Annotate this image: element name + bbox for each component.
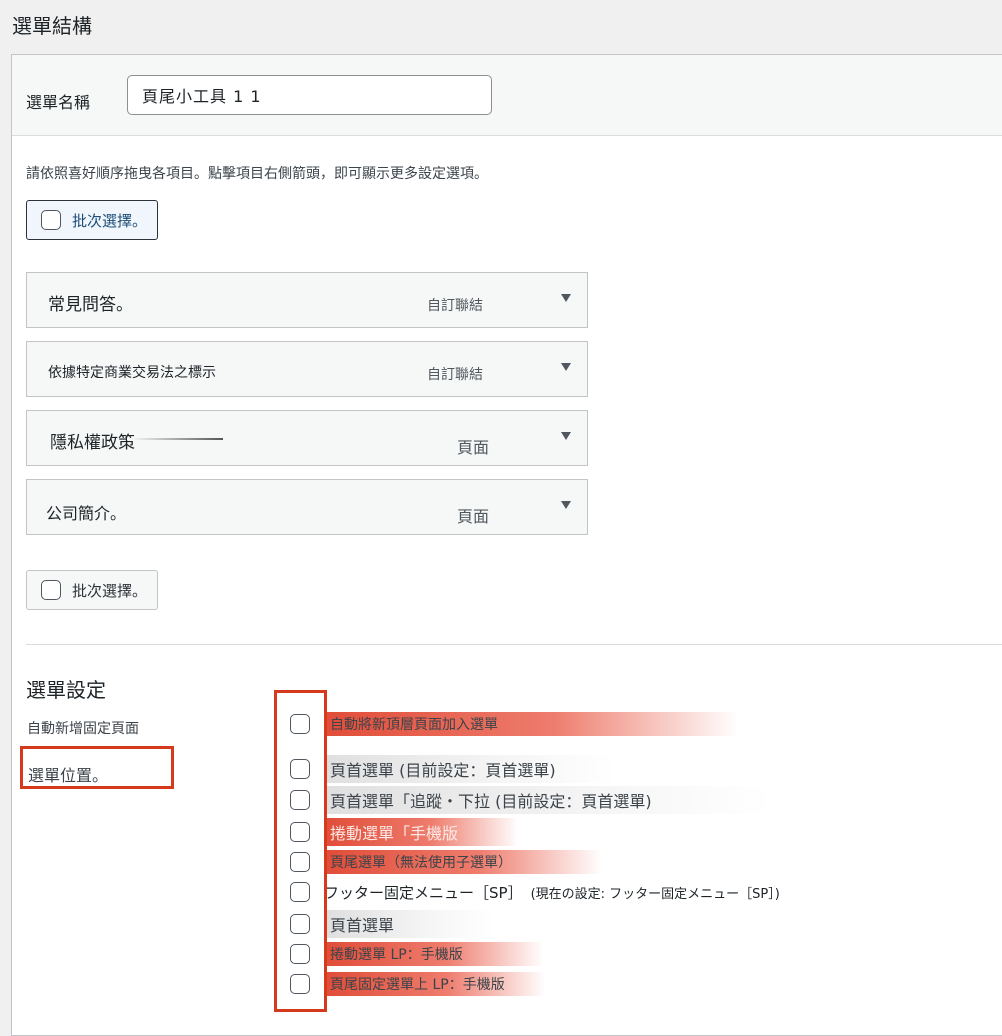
highlight-box-locations-label — [20, 746, 174, 789]
menu-item-company[interactable]: 公司簡介。 頁面 — [26, 479, 588, 535]
menu-item-commerce-law[interactable]: 依據特定商業交易法之標示 自訂聯結 — [26, 341, 588, 397]
location-label: 捲動選單 LP：手機版 — [326, 942, 543, 966]
menu-item-type: 自訂聯結 — [427, 367, 483, 383]
menu-item-title: 常見問答。 — [48, 295, 133, 315]
bulk-select-checkbox[interactable] — [41, 580, 61, 600]
location-label: 頁首選單 (目前設定：頁首選單) — [326, 755, 616, 783]
page-title: 選單結構 — [12, 14, 92, 38]
menu-item-title: 依據特定商業交易法之標示 — [48, 365, 216, 381]
menu-name-input[interactable] — [127, 75, 492, 115]
menu-item-type: 頁面 — [457, 438, 490, 457]
location-label: フッター固定メニュー［SP］ (現在の設定: フッター固定メニュー［SP］) — [320, 880, 800, 905]
instructions-text: 請依照喜好順序拖曳各項目。點擊項目右側箭頭，即可顯示更多設定選項。 — [26, 166, 488, 182]
location-option[interactable]: 頁尾固定選單上 LP：手機版 — [290, 972, 545, 996]
auto-add-option-label: 自動將新頂層頁面加入選單 — [326, 712, 738, 736]
bulk-select-checkbox[interactable] — [41, 210, 61, 230]
section-divider — [26, 644, 1002, 645]
highlight-box-checkboxes — [274, 690, 327, 1012]
caret-down-icon[interactable] — [561, 294, 571, 302]
menu-item-type: 自訂聯結 — [427, 298, 483, 314]
auto-add-label: 自動新增固定頁面 — [27, 721, 139, 737]
menu-name-label: 選單名稱 — [26, 93, 91, 112]
bulk-select-button-top[interactable]: 批次選擇。 — [26, 200, 158, 240]
location-current-setting: (現在の設定: フッター固定メニュー［SP］) — [530, 886, 780, 902]
caret-down-icon[interactable] — [561, 501, 571, 509]
location-option[interactable]: 捲動選單 LP：手機版 — [290, 942, 543, 966]
location-label-text: フッター固定メニュー［SP］ — [324, 883, 523, 902]
menu-item-title: 公司簡介。 — [46, 504, 127, 523]
bulk-select-label: 批次選擇。 — [72, 211, 148, 230]
bulk-select-label: 批次選擇。 — [72, 581, 148, 600]
menu-item-title: 隱私權政策 — [50, 433, 135, 453]
location-label: 頁尾固定選單上 LP：手機版 — [326, 972, 545, 996]
bulk-select-button-bottom[interactable]: 批次選擇。 — [26, 570, 158, 610]
pen-mark — [127, 438, 223, 440]
location-label: 頁尾選單（無法使用子選單） — [326, 850, 602, 874]
caret-down-icon[interactable] — [561, 363, 571, 371]
auto-add-option[interactable]: 自動將新頂層頁面加入選單 — [290, 712, 738, 736]
menu-item-type: 頁面 — [457, 507, 490, 526]
location-label: 捲動選單「手機版 — [326, 818, 519, 846]
location-option[interactable]: 頁尾選單（無法使用子選單） — [290, 850, 602, 874]
caret-down-icon[interactable] — [561, 432, 571, 440]
location-option[interactable]: 頁首選單 (目前設定：頁首選單) — [290, 755, 616, 783]
location-option[interactable]: 頁首選單「追蹤・下拉 (目前設定：頁首選單) — [290, 786, 772, 814]
menu-item-faq[interactable]: 常見問答。 自訂聯結 — [26, 272, 588, 328]
location-label: 頁首選單「追蹤・下拉 (目前設定：頁首選單) — [326, 786, 772, 814]
location-label: 頁首選單 — [326, 910, 495, 938]
menu-item-privacy[interactable]: 隱私權政策 頁面 — [26, 410, 588, 466]
location-option[interactable]: フッター固定メニュー［SP］ (現在の設定: フッター固定メニュー［SP］) — [290, 880, 800, 904]
menu-settings-title: 選單設定 — [26, 678, 106, 702]
